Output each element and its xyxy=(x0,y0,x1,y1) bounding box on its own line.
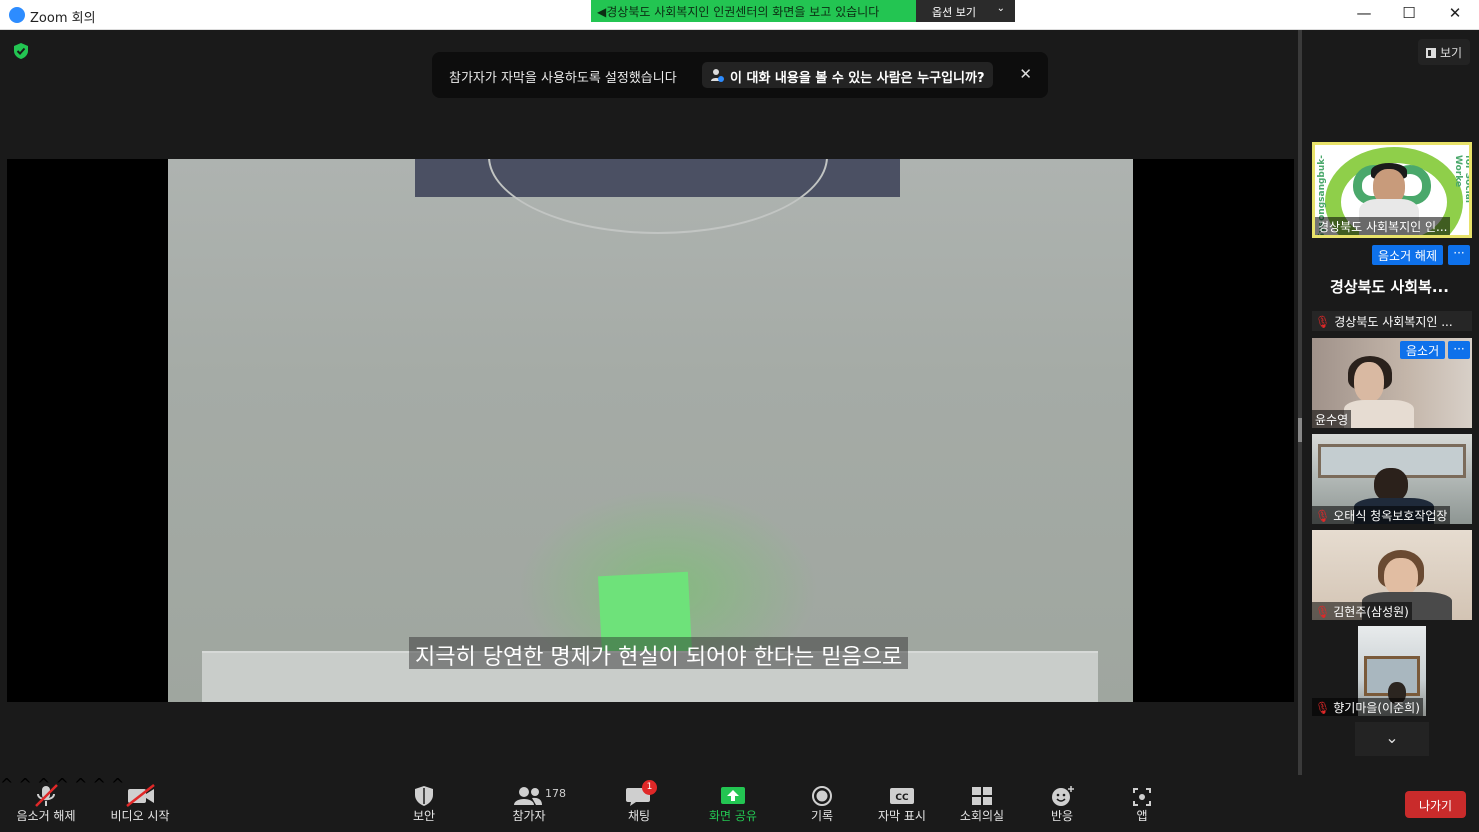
security-button[interactable]: 보안 xyxy=(398,775,450,832)
video-frame xyxy=(168,159,1133,702)
sidebar-heading: 경상북도 사회복... xyxy=(1330,278,1449,296)
participant-name: 🎙 오태식 청옥보호작업장 xyxy=(1312,506,1451,524)
who-can-see-label: 이 대화 내용을 볼 수 있는 사람은 누구입니까? xyxy=(730,71,985,86)
participant-tile[interactable]: 🎙 오태식 청옥보호작업장 xyxy=(1312,434,1472,524)
view-options-label: 옵션 보기 xyxy=(932,6,976,19)
chat-label: 채팅 xyxy=(627,809,651,823)
record-label: 기록 xyxy=(810,809,834,823)
cc-icon: CC xyxy=(872,775,932,807)
chat-icon xyxy=(614,775,664,807)
share-screen-button[interactable]: 화면 공유 xyxy=(704,775,762,832)
share-status: ◀경상북도 사회복지인 인권센터의 화면을 보고 있습니다 xyxy=(591,0,916,22)
host-namebar: 🎙 경상북도 사회복지인 ... xyxy=(1312,311,1472,331)
share-screen-icon xyxy=(704,775,762,807)
participant-name: 🎙 향기마을(이준희) xyxy=(1312,698,1423,716)
record-button[interactable]: 기록 xyxy=(797,775,847,832)
view-button[interactable]: 보기 xyxy=(1418,39,1470,65)
apps-label: 앱 xyxy=(1136,809,1148,823)
cc-text: CC xyxy=(895,793,909,803)
breakout-rooms-icon xyxy=(952,775,1012,807)
ceiling-arc xyxy=(488,159,828,234)
who-can-see-button[interactable]: 이 대화 내용을 볼 수 있는 사람은 누구입니까? xyxy=(702,62,993,88)
video-subtitle: 지극히 당연한 명제가 현실이 되어야 한다는 믿음으로 xyxy=(409,637,909,670)
speaker-name: 경상북도 사회복지인 인... xyxy=(1315,217,1451,235)
meeting-toolbar: 음소거 해제 ^ 비디오 시작 ^ 보안 참가자 178 ^ 채팅 1 ^ 화면… xyxy=(0,775,1479,832)
minimize-button[interactable]: — xyxy=(1352,4,1376,22)
shield-icon xyxy=(398,775,450,807)
smiley-plus-icon xyxy=(1037,775,1087,807)
splitter-grip[interactable] xyxy=(1298,418,1302,442)
participant-name-text: 김현주(삼성원) xyxy=(1333,605,1409,619)
muted-mic-icon: 🎙 xyxy=(1315,315,1331,329)
screen-share-banner: ◀경상북도 사회복지인 인권센터의 화면을 보고 있습니다 옵션 보기 ⌄ xyxy=(591,0,1015,22)
captions-button[interactable]: CC 자막 표시 xyxy=(872,775,932,832)
shared-screen-video: 지극히 당연한 명제가 현실이 되어야 한다는 믿음으로 xyxy=(7,159,1294,702)
chat-button[interactable]: 채팅 xyxy=(614,775,664,832)
participant-face xyxy=(1374,468,1408,502)
muted-mic-icon xyxy=(10,775,82,807)
more-options-button[interactable]: ··· xyxy=(1448,245,1470,265)
breakout-rooms-label: 소회의실 xyxy=(959,809,1005,823)
reactions-button[interactable]: 반응 xyxy=(1037,775,1087,832)
participants-button[interactable]: 참가자 xyxy=(504,775,554,832)
participant-body xyxy=(1344,400,1414,428)
main-video-area: 참가자가 자막을 사용하도록 설정했습니다 이 대화 내용을 볼 수 있는 사람… xyxy=(0,30,1300,775)
caption-notice-text: 참가자가 자막을 사용하도록 설정했습니다 xyxy=(449,71,677,86)
muted-mic-icon: 🎙 xyxy=(1315,509,1331,523)
muted-mic-icon: 🎙 xyxy=(1315,701,1331,715)
scroll-down-button[interactable]: ⌄ xyxy=(1355,722,1429,756)
video-off-icon xyxy=(104,775,176,807)
chevron-down-icon: ⌄ xyxy=(1385,728,1399,747)
speaker-icon: ◀ xyxy=(597,5,607,19)
captions-label: 자막 표시 xyxy=(878,809,926,823)
participant-count: 178 xyxy=(545,787,566,800)
start-video-label: 비디오 시작 xyxy=(110,809,170,823)
caption-notice: 참가자가 자막을 사용하도록 설정했습니다 이 대화 내용을 볼 수 있는 사람… xyxy=(432,52,1048,98)
participant-name-text: 향기마을(이준희) xyxy=(1333,701,1420,715)
participant-name-text: 오태식 청옥보호작업장 xyxy=(1333,509,1448,523)
unmute-button[interactable]: 음소거 해제 xyxy=(10,775,82,832)
chevron-down-icon: ⌄ xyxy=(996,3,1005,14)
participants-label: 참가자 xyxy=(512,809,546,823)
window-title: Zoom 회의 xyxy=(30,11,96,26)
layout-icon xyxy=(1426,48,1436,58)
mute-participant-button[interactable]: 음소거 xyxy=(1400,341,1446,359)
participant-face xyxy=(1354,362,1384,402)
share-screen-label: 화면 공유 xyxy=(709,809,757,823)
record-icon xyxy=(797,775,847,807)
breakout-rooms-button[interactable]: 소회의실 xyxy=(952,775,1012,832)
participant-tile[interactable]: 🎙 향기마을(이준희) xyxy=(1312,626,1472,716)
participant-sidebar: 보기 Gyeongsangbuk- for Social Worke 경상북도 … xyxy=(1304,30,1479,775)
zoom-logo-icon xyxy=(9,7,25,23)
participant-name: 🎙 김현주(삼성원) xyxy=(1312,602,1412,620)
share-status-text: 경상북도 사회복지인 인권센터의 화면을 보고 있습니다 xyxy=(606,5,880,19)
security-label: 보안 xyxy=(412,809,436,823)
unmute-participant-button[interactable]: 음소거 해제 xyxy=(1372,245,1444,265)
reactions-label: 반응 xyxy=(1050,809,1074,823)
active-speaker-tile[interactable]: Gyeongsangbuk- for Social Worke 경상북도 사회복… xyxy=(1312,142,1472,238)
participant-face xyxy=(1384,558,1418,596)
window-titlebar: Zoom 회의 ◀경상북도 사회복지인 인권센터의 화면을 보고 있습니다 옵션… xyxy=(0,0,1479,30)
apps-button[interactable]: 앱 xyxy=(1117,775,1167,832)
participant-more-button[interactable]: ··· xyxy=(1448,341,1470,359)
panel-splitter[interactable] xyxy=(1298,30,1302,775)
apps-icon xyxy=(1117,775,1167,807)
muted-mic-icon: 🎙 xyxy=(1315,605,1331,619)
view-button-label: 보기 xyxy=(1440,46,1463,60)
maximize-button[interactable]: ☐ xyxy=(1397,4,1421,22)
leave-button[interactable]: 나가기 xyxy=(1405,791,1466,818)
close-notice-icon[interactable]: ✕ xyxy=(1019,65,1032,83)
unmute-label: 음소거 해제 xyxy=(16,809,76,823)
view-options-button[interactable]: 옵션 보기 ⌄ xyxy=(916,0,1015,22)
logo-right-text: for Social Worke xyxy=(1453,155,1472,203)
participant-name: 윤수영 xyxy=(1312,410,1352,428)
close-button[interactable]: ✕ xyxy=(1443,4,1467,22)
participant-tile[interactable]: 🎙 김현주(삼성원) xyxy=(1312,530,1472,620)
start-video-button[interactable]: 비디오 시작 xyxy=(104,775,176,832)
chat-unread-badge: 1 xyxy=(642,780,657,795)
host-namebar-text: 경상북도 사회복지인 ... xyxy=(1334,315,1453,329)
shield-check-icon[interactable] xyxy=(12,42,30,60)
person-lock-icon xyxy=(709,67,725,83)
